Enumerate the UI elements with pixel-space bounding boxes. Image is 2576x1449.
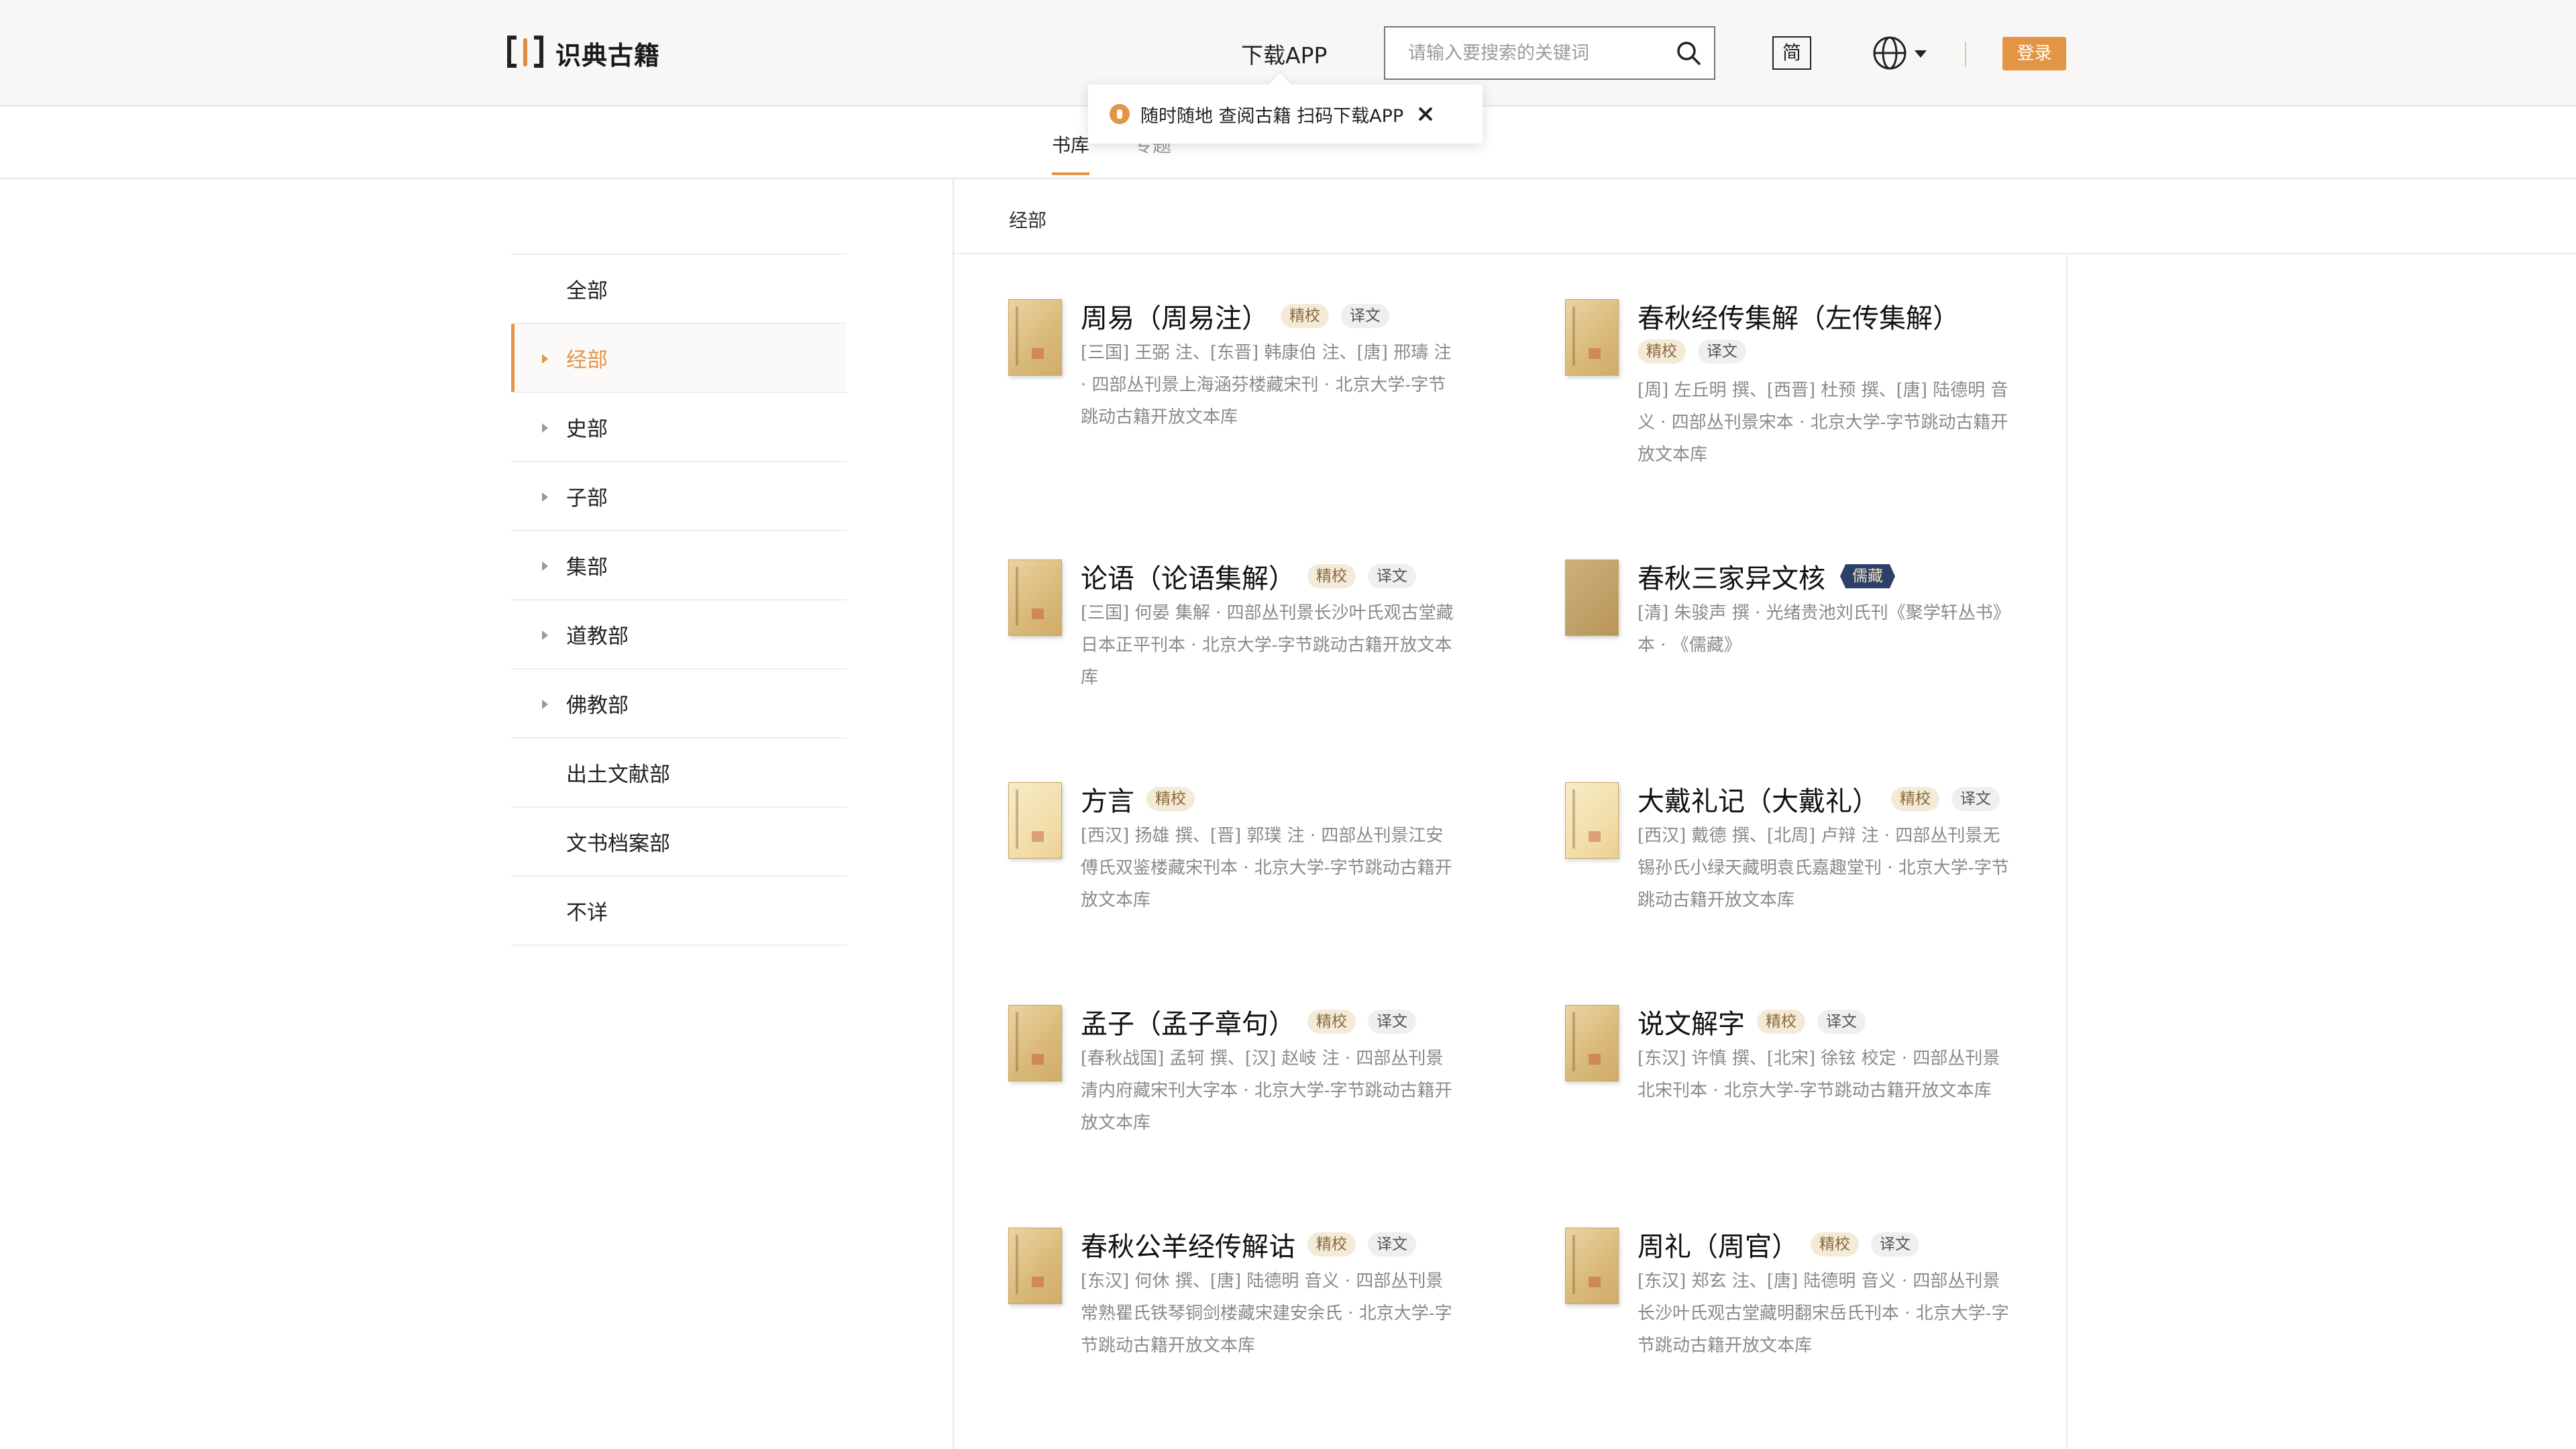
sidebar-item-label: 全部 bbox=[566, 279, 608, 303]
book-title[interactable]: 方言 bbox=[1081, 780, 1134, 818]
book-description: [西汉] 戴德 撰、[北周] 卢辩 注 · 四部丛刊景无锡孙氏小绿天藏明袁氏嘉趣… bbox=[1638, 826, 2009, 910]
sidebar-item-wenshu[interactable]: 文书档案部 bbox=[511, 808, 847, 877]
sidebar-item-shibu[interactable]: 史部 bbox=[511, 393, 847, 462]
sidebar-item-zibu[interactable]: 子部 bbox=[511, 462, 847, 531]
sidebar-item-daojiao[interactable]: 道教部 bbox=[511, 600, 847, 669]
book-title[interactable]: 周礼（周官） bbox=[1638, 1225, 1799, 1264]
phone-icon bbox=[1110, 104, 1130, 124]
tab-library[interactable]: 书库 bbox=[1052, 131, 1090, 175]
sidebar-item-label: 不详 bbox=[566, 901, 608, 925]
book-description: [周] 左丘明 撰、[西晋] 杜预 撰、[唐] 陆德明 音义 · 四部丛刊景宋本… bbox=[1638, 380, 2008, 465]
download-app-link[interactable]: 下载APP bbox=[1241, 38, 1327, 70]
sidebar-item-jibu[interactable]: 集部 bbox=[511, 531, 847, 600]
tooltip-text: 随时随地 查阅古籍 扫码下载APP bbox=[1140, 105, 1404, 127]
site-logo[interactable]: 识典古籍 bbox=[507, 32, 660, 74]
book-description: [春秋战国] 孟轲 撰、[汉] 赵岐 注 · 四部丛刊景清内府藏宋刊大字本 · … bbox=[1081, 1049, 1452, 1133]
caret-right-icon bbox=[542, 561, 548, 571]
book-title[interactable]: 周易（周易注） bbox=[1081, 297, 1269, 335]
sidebar-item-label: 文书档案部 bbox=[566, 832, 670, 856]
book-description: [西汉] 扬雄 撰、[晋] 郭璞 注 · 四部丛刊景江安傅氏双鉴楼藏宋刊本 · … bbox=[1081, 826, 1452, 910]
book-cover[interactable] bbox=[1565, 782, 1619, 859]
sidebar-item-label: 史部 bbox=[566, 417, 608, 441]
tag-ruzang: 儒藏 bbox=[1840, 564, 1895, 588]
sidebar-item-all[interactable]: 全部 bbox=[511, 255, 847, 324]
book-cover[interactable] bbox=[1565, 559, 1619, 636]
tag-jingjiao: 精校 bbox=[1811, 1232, 1859, 1256]
tag-yiwen[interactable]: 译文 bbox=[1871, 1232, 1919, 1256]
tag-jingjiao: 精校 bbox=[1146, 787, 1195, 811]
book-cover[interactable] bbox=[1008, 782, 1062, 859]
book-title[interactable]: 春秋三家异文核 bbox=[1638, 557, 1825, 596]
book-description: [三国] 何晏 集解 · 四部丛刊景长沙叶氏观古堂藏日本正平刊本 · 北京大学-… bbox=[1081, 603, 1454, 688]
tag-yiwen[interactable]: 译文 bbox=[1698, 339, 1746, 364]
tag-jingjiao: 精校 bbox=[1638, 339, 1686, 364]
tag-yiwen[interactable]: 译文 bbox=[1368, 1232, 1416, 1256]
sidebar-item-fojiao[interactable]: 佛教部 bbox=[511, 669, 847, 739]
book-cover[interactable] bbox=[1565, 1228, 1619, 1304]
tag-yiwen[interactable]: 译文 bbox=[1817, 1010, 1866, 1034]
caret-right-icon bbox=[542, 631, 548, 640]
caret-right-icon bbox=[542, 354, 548, 364]
sidebar-item-label: 佛教部 bbox=[566, 694, 629, 718]
sidebar-item-chutu[interactable]: 出土文献部 bbox=[511, 739, 847, 808]
caret-right-icon bbox=[542, 492, 548, 502]
breadcrumb[interactable]: 经部 bbox=[1009, 206, 1046, 233]
book-title[interactable]: 论语（论语集解） bbox=[1081, 557, 1295, 596]
book-cover[interactable] bbox=[1008, 299, 1062, 376]
category-sidebar: 全部 经部 史部 子部 集部 道教部 佛教部 出土文献部 文书档案部 不详 bbox=[511, 254, 847, 946]
sidebar-item-jingbu[interactable]: 经部 bbox=[511, 324, 847, 393]
tag-yiwen[interactable]: 译文 bbox=[1368, 564, 1416, 588]
login-button[interactable]: 登录 bbox=[2002, 37, 2066, 70]
tag-yiwen[interactable]: 译文 bbox=[1951, 787, 2000, 811]
book-cover[interactable] bbox=[1008, 559, 1062, 636]
simplified-chinese-toggle[interactable]: 简 bbox=[1772, 36, 1811, 70]
caret-right-icon bbox=[542, 700, 548, 709]
sidebar-item-label: 出土文献部 bbox=[566, 763, 670, 787]
book-description: [三国] 王弼 注、[东晋] 韩康伯 注、[唐] 邢璹 注 · 四部丛刊景上海涵… bbox=[1081, 343, 1452, 427]
tag-jingjiao: 精校 bbox=[1307, 564, 1356, 588]
book-description: [清] 朱骏声 撰 · 光绪贵池刘氏刊《聚学轩丛书》本 · 《儒藏》 bbox=[1638, 603, 2010, 655]
book-title[interactable]: 春秋经传集解（左传集解） bbox=[1638, 297, 1960, 335]
tag-jingjiao: 精校 bbox=[1281, 304, 1329, 328]
caret-right-icon bbox=[542, 423, 548, 433]
column-divider bbox=[953, 179, 954, 1449]
sidebar-item-label: 经部 bbox=[566, 348, 608, 372]
tag-yiwen[interactable]: 译文 bbox=[1341, 304, 1389, 328]
book-cover[interactable] bbox=[1565, 1005, 1619, 1081]
book-title[interactable]: 大戴礼记（大戴礼） bbox=[1638, 780, 1879, 818]
breadcrumb-bar: 经部 bbox=[954, 179, 2576, 254]
logo-mark-icon bbox=[507, 34, 543, 72]
chevron-down-icon bbox=[1915, 48, 1927, 61]
book-description: [东汉] 何休 撰、[唐] 陆德明 音义 · 四部丛刊景常熟瞿氏铁琴铜剑楼藏宋建… bbox=[1081, 1271, 1452, 1356]
sidebar-item-label: 道教部 bbox=[566, 625, 629, 649]
tag-jingjiao: 精校 bbox=[1307, 1010, 1356, 1034]
book-description: [东汉] 郑玄 注、[唐] 陆德明 音义 · 四部丛刊景长沙叶氏观古堂藏明翻宋岳… bbox=[1638, 1271, 2009, 1356]
logo-text: 识典古籍 bbox=[555, 40, 661, 70]
book-title[interactable]: 说文解字 bbox=[1638, 1002, 1745, 1041]
tag-yiwen[interactable]: 译文 bbox=[1368, 1010, 1416, 1034]
tag-jingjiao: 精校 bbox=[1891, 787, 1939, 811]
book-title[interactable]: 春秋公羊经传解诂 bbox=[1081, 1225, 1295, 1264]
tag-jingjiao: 精校 bbox=[1757, 1010, 1805, 1034]
right-divider bbox=[2066, 254, 2068, 1449]
book-cover[interactable] bbox=[1008, 1005, 1062, 1081]
close-icon[interactable] bbox=[1415, 104, 1436, 124]
sidebar-item-buxiang[interactable]: 不详 bbox=[511, 877, 847, 946]
header-divider bbox=[1965, 42, 1966, 67]
book-cover[interactable] bbox=[1565, 299, 1619, 376]
language-selector[interactable] bbox=[1872, 35, 1927, 74]
book-title[interactable]: 孟子（孟子章句） bbox=[1081, 1002, 1295, 1041]
search-box bbox=[1384, 26, 1715, 80]
book-cover[interactable] bbox=[1008, 1228, 1062, 1304]
sidebar-item-label: 集部 bbox=[566, 555, 608, 580]
sidebar-item-label: 子部 bbox=[566, 486, 608, 511]
book-description: [东汉] 许慎 撰、[北宋] 徐铉 校定 · 四部丛刊景北宋刊本 · 北京大学-… bbox=[1638, 1049, 2000, 1101]
download-app-tooltip: 随时随地 查阅古籍 扫码下载APP bbox=[1088, 85, 1483, 144]
globe-icon bbox=[1872, 35, 1908, 74]
tag-jingjiao: 精校 bbox=[1307, 1232, 1356, 1256]
search-input[interactable] bbox=[1385, 27, 1663, 79]
search-icon[interactable] bbox=[1663, 28, 1714, 78]
